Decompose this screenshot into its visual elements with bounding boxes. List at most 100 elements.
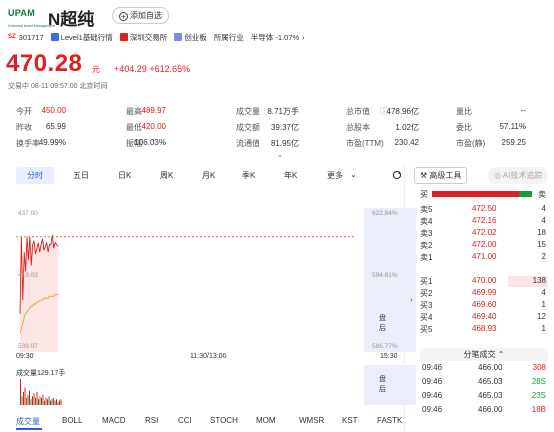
indicator-tab[interactable]: 成交量 [16, 416, 40, 427]
price-change: +404.29 +612.65% [114, 64, 190, 74]
chevron-down-icon[interactable]: ⌄ [350, 170, 357, 179]
indicator-tab[interactable]: FASTK [377, 416, 402, 425]
level-link[interactable]: Level1基础行情 [50, 32, 113, 43]
stat-value: 65.99 [45, 122, 66, 131]
stat-label: 量比 [456, 107, 472, 116]
volume-bar [47, 399, 48, 405]
indicator-tab[interactable]: KST [342, 416, 358, 425]
kline-tab[interactable]: 日K [118, 170, 131, 181]
stat-value: 230.42 [394, 138, 419, 147]
volume-bar [33, 393, 35, 405]
stat-value: 49.99% [38, 138, 66, 147]
order-label: 卖5 [420, 205, 433, 214]
collapse-arrow-icon[interactable]: › [410, 295, 413, 304]
stock-name: N超纯 [48, 10, 95, 29]
indicator-tab[interactable]: CCI [178, 416, 192, 425]
order-row: 买2 469.99 4 [420, 288, 548, 300]
order-volume: 2 [541, 252, 546, 261]
industry-link[interactable]: 半导体 -1.07% › [251, 32, 305, 43]
stat-label: 流通值 [236, 139, 260, 148]
stat-value: 8.71万手 [267, 107, 299, 116]
volume-bar [26, 397, 27, 405]
volume-bar [51, 399, 53, 405]
volume-bar [24, 387, 26, 405]
kline-tab[interactable]: 季K [242, 170, 255, 181]
stat-label: 总市值 [346, 107, 370, 116]
volume-bar [35, 397, 36, 405]
order-volume: 4 [541, 288, 546, 297]
chevron-down-icon[interactable]: ⌄ [277, 151, 283, 159]
stat-value: 450.00 [41, 106, 66, 115]
volume-chart[interactable]: 盘后 [16, 365, 416, 405]
advanced-tools-button[interactable]: ⚒ 高级工具 [414, 167, 468, 184]
order-volume: 4 [541, 204, 546, 213]
stat-label: 委比 [456, 123, 472, 132]
volume-bar [27, 394, 29, 405]
indicator-tab[interactable]: STOCH [210, 416, 238, 425]
sell-side-label: 卖 [538, 190, 546, 199]
stat-value: 1.02亿 [395, 123, 419, 132]
trades-title[interactable]: 分笔成交 ⌃ [420, 348, 548, 361]
add-watchlist-button[interactable]: + 添加自选 [112, 7, 169, 24]
plus-icon: + [119, 12, 128, 21]
trades-title-label: 分笔成交 [463, 350, 496, 359]
panel-divider [404, 165, 405, 432]
indicator-tab[interactable]: MOM [256, 416, 276, 425]
exchange-flag-icon [119, 33, 128, 41]
trade-volume: 23S [531, 391, 546, 400]
stock-tags: SZ 301717 Level1基础行情 深圳交易所 创业板 所属行业 半导体 -… [8, 31, 312, 43]
exchange-link[interactable]: 深圳交易所 [119, 32, 167, 43]
after-hours-volume-label: 盘后 [379, 376, 386, 393]
volume-bar [57, 402, 59, 405]
trade-price: 466.00 [478, 363, 503, 372]
order-row: 卖5 472.50 4 [420, 204, 548, 216]
stat-value: 106.03% [134, 138, 166, 147]
add-watchlist-label: 添加自选 [130, 11, 162, 20]
stat-value: 39.37亿 [270, 123, 299, 132]
order-volume: 15 [537, 240, 546, 249]
volume-bar [38, 399, 39, 405]
board-link[interactable]: 创业板 [174, 32, 207, 43]
kline-tab[interactable]: 年K [284, 170, 297, 181]
volume-bar [23, 392, 24, 405]
buy-ratio-fill [432, 191, 519, 197]
stats-grid: 今开 450.00 最高 489.97 成交量 8.71万手 总市值 ⓘ 478.96亿 量比 --… [16, 104, 546, 152]
ai-label: AI技术追踪 [502, 171, 543, 180]
stat-label: 换手率 [16, 139, 40, 148]
kline-tab[interactable]: 五日 [73, 170, 89, 181]
stat-label: 昨收 [16, 123, 32, 132]
indicator-tab[interactable]: WMSR [299, 416, 324, 425]
order-row: 卖1 471.00 2 [420, 252, 548, 264]
kline-tab[interactable]: 更多 [327, 170, 343, 181]
stat-value: 81.95亿 [270, 139, 299, 148]
indicator-tab[interactable]: RSI [145, 416, 158, 425]
volume-bar [36, 392, 38, 405]
kline-tab[interactable]: 分时 [16, 167, 54, 184]
stat-value: 489.97 [141, 106, 166, 115]
trade-time: 09:46 [422, 405, 443, 414]
logo-text: UPAM [8, 8, 36, 18]
current-price: 470.28 [6, 50, 83, 77]
after-hours-volume-panel [364, 365, 416, 405]
stat-label: 成交量 [236, 107, 260, 116]
kline-tab[interactable]: 月K [202, 170, 215, 181]
volume-bar [54, 400, 56, 405]
order-price: 472.02 [472, 228, 497, 237]
price-area [20, 234, 58, 352]
volume-bar [44, 400, 45, 405]
refresh-icon[interactable] [392, 170, 402, 180]
volume-bar [21, 396, 23, 405]
order-price: 468.93 [472, 324, 497, 333]
y-label-right-top: 622.84% [372, 210, 398, 217]
indicator-tab[interactable]: BOLL [62, 416, 82, 425]
stats-row: 今开 450.00 最高 489.97 成交量 8.71万手 总市值 ⓘ 478.96亿 量比 -- [16, 104, 546, 120]
board-icon [174, 33, 183, 41]
volume-bar [53, 397, 54, 405]
ai-tracking-button[interactable]: ◎ AI技术追踪 [488, 167, 549, 184]
exchange-badge: SZ [8, 34, 16, 40]
volume-bar [39, 396, 41, 405]
stats-row: 换手率 49.99% 振幅 106.03% 流通值 81.95亿 市盈(TTM) 230.42… [16, 136, 546, 152]
intraday-chart[interactable]: 437.00 419.03 539.07 622.84% 594.81% 586… [16, 208, 416, 352]
indicator-tab[interactable]: MACD [102, 416, 126, 425]
kline-tab[interactable]: 周K [160, 170, 173, 181]
